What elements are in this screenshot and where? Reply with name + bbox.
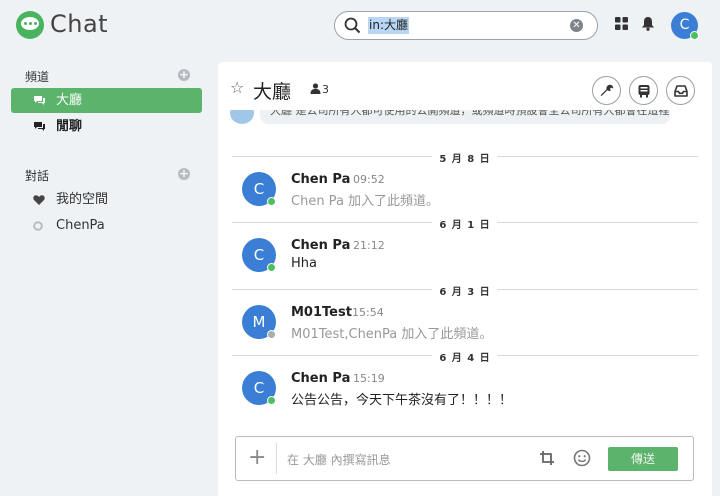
online-status-icon bbox=[267, 263, 276, 272]
search-input[interactable]: in:大廳 ✕ bbox=[334, 11, 598, 40]
bot-avatar bbox=[230, 110, 254, 124]
wrench-icon bbox=[600, 84, 614, 96]
message-item: C Chen Pa 15:19 公告公告，今天下午茶沒有了！！！！ bbox=[242, 371, 692, 411]
date-separator: 6 月 1 日 bbox=[232, 216, 698, 231]
message-input[interactable]: 在 大廳 內撰寫訊息 bbox=[287, 451, 391, 468]
clear-search-icon[interactable]: ✕ bbox=[570, 19, 583, 32]
favorite-star-icon[interactable]: ☆ bbox=[230, 78, 244, 97]
attach-plus-icon[interactable]: + bbox=[248, 446, 266, 470]
sidebar-item-label: 大廳 bbox=[56, 93, 83, 108]
sidebar-item-chitchat[interactable]: 閒聊 bbox=[11, 114, 202, 139]
settings-button[interactable] bbox=[592, 76, 621, 105]
inbox-icon bbox=[674, 85, 688, 97]
offline-status-icon bbox=[267, 330, 276, 339]
pin-board-icon bbox=[638, 85, 650, 98]
message-item: M M01Test 15:54 M01Test,ChenPa 加入了此頻道。 bbox=[242, 305, 692, 345]
person-icon bbox=[310, 83, 321, 94]
composer-divider bbox=[276, 443, 277, 474]
message-author[interactable]: Chen Pa bbox=[291, 172, 350, 187]
message-author[interactable]: M01Test bbox=[291, 305, 352, 320]
top-bar: Chat in:大廳 ✕ C bbox=[0, 0, 720, 52]
inbox-button[interactable] bbox=[666, 76, 695, 105]
sidebar-item-lobby[interactable]: 大廳 bbox=[11, 88, 202, 113]
channels-header: 頻道 bbox=[25, 70, 50, 84]
add-channel-button[interactable]: + bbox=[178, 69, 190, 81]
heart-icon bbox=[33, 195, 45, 205]
message-time: 21:12 bbox=[353, 239, 385, 252]
message-text: Chen Pa 加入了此頻道。 bbox=[291, 194, 440, 209]
online-status-icon bbox=[267, 396, 276, 405]
message-item: C Chen Pa 09:52 Chen Pa 加入了此頻道。 bbox=[242, 172, 692, 212]
message-composer: + 在 大廳 內撰寫訊息 傳送 bbox=[235, 436, 694, 481]
sidebar-item-chenpa[interactable]: ChenPa bbox=[11, 213, 202, 238]
dm-header: 對話 bbox=[25, 169, 50, 183]
message-item: C Chen Pa 21:12 Hha bbox=[242, 238, 692, 278]
sidebar: 頻道 + 大廳 閒聊 對話 + 我的空間 ChenPa bbox=[0, 52, 212, 496]
search-icon bbox=[344, 17, 361, 34]
chat-logo-icon bbox=[16, 11, 44, 39]
sidebar-item-label: 閒聊 bbox=[56, 119, 83, 134]
app-title: Chat bbox=[50, 10, 109, 38]
channel-panel: ☆ 大廳 3 大廳 是公司所有人都可使用的公開頻道，或頻道時預設會全公司所有人都… bbox=[218, 62, 712, 496]
bell-icon[interactable] bbox=[641, 16, 655, 31]
message-author[interactable]: Chen Pa bbox=[291, 238, 350, 253]
pinned-messages-button[interactable] bbox=[629, 76, 658, 105]
clipped-message: 大廳 是公司所有人都可使用的公開頻道，或頻道時預設會全公司所有人都會在這裡 bbox=[260, 110, 670, 124]
chat-bubble-icon bbox=[34, 96, 45, 105]
message-text: Hha bbox=[291, 256, 317, 271]
sidebar-item-my-space[interactable]: 我的空間 bbox=[11, 187, 202, 212]
message-time: 15:54 bbox=[352, 306, 384, 319]
chat-bubble-icon bbox=[34, 122, 45, 131]
member-count-value: 3 bbox=[322, 83, 329, 96]
channel-title: 大廳 bbox=[253, 81, 292, 103]
search-query: in:大廳 bbox=[368, 17, 409, 34]
status-offline-icon bbox=[33, 221, 43, 231]
date-separator: 6 月 4 日 bbox=[232, 349, 698, 364]
send-button[interactable]: 傳送 bbox=[608, 447, 678, 471]
message-time: 09:52 bbox=[353, 173, 385, 186]
message-list[interactable]: 大廳 是公司所有人都可使用的公開頻道，或頻道時預設會全公司所有人都會在這裡 5 … bbox=[218, 110, 712, 420]
crop-icon[interactable] bbox=[539, 450, 555, 466]
emoji-icon[interactable] bbox=[573, 449, 591, 467]
user-online-status-icon bbox=[690, 31, 699, 40]
sidebar-item-label: ChenPa bbox=[56, 218, 105, 233]
online-status-icon bbox=[267, 197, 276, 206]
message-author[interactable]: Chen Pa bbox=[291, 371, 350, 386]
message-text: 公告公告，今天下午茶沒有了！！！！ bbox=[291, 393, 513, 408]
message-time: 15:19 bbox=[353, 372, 385, 385]
date-separator: 6 月 3 日 bbox=[232, 283, 698, 298]
sidebar-item-label: 我的空間 bbox=[56, 192, 109, 207]
date-separator: 5 月 8 日 bbox=[232, 150, 698, 165]
apps-grid-icon[interactable] bbox=[615, 17, 628, 30]
add-dm-button[interactable]: + bbox=[178, 168, 190, 180]
message-text: M01Test,ChenPa 加入了此頻道。 bbox=[291, 327, 493, 342]
